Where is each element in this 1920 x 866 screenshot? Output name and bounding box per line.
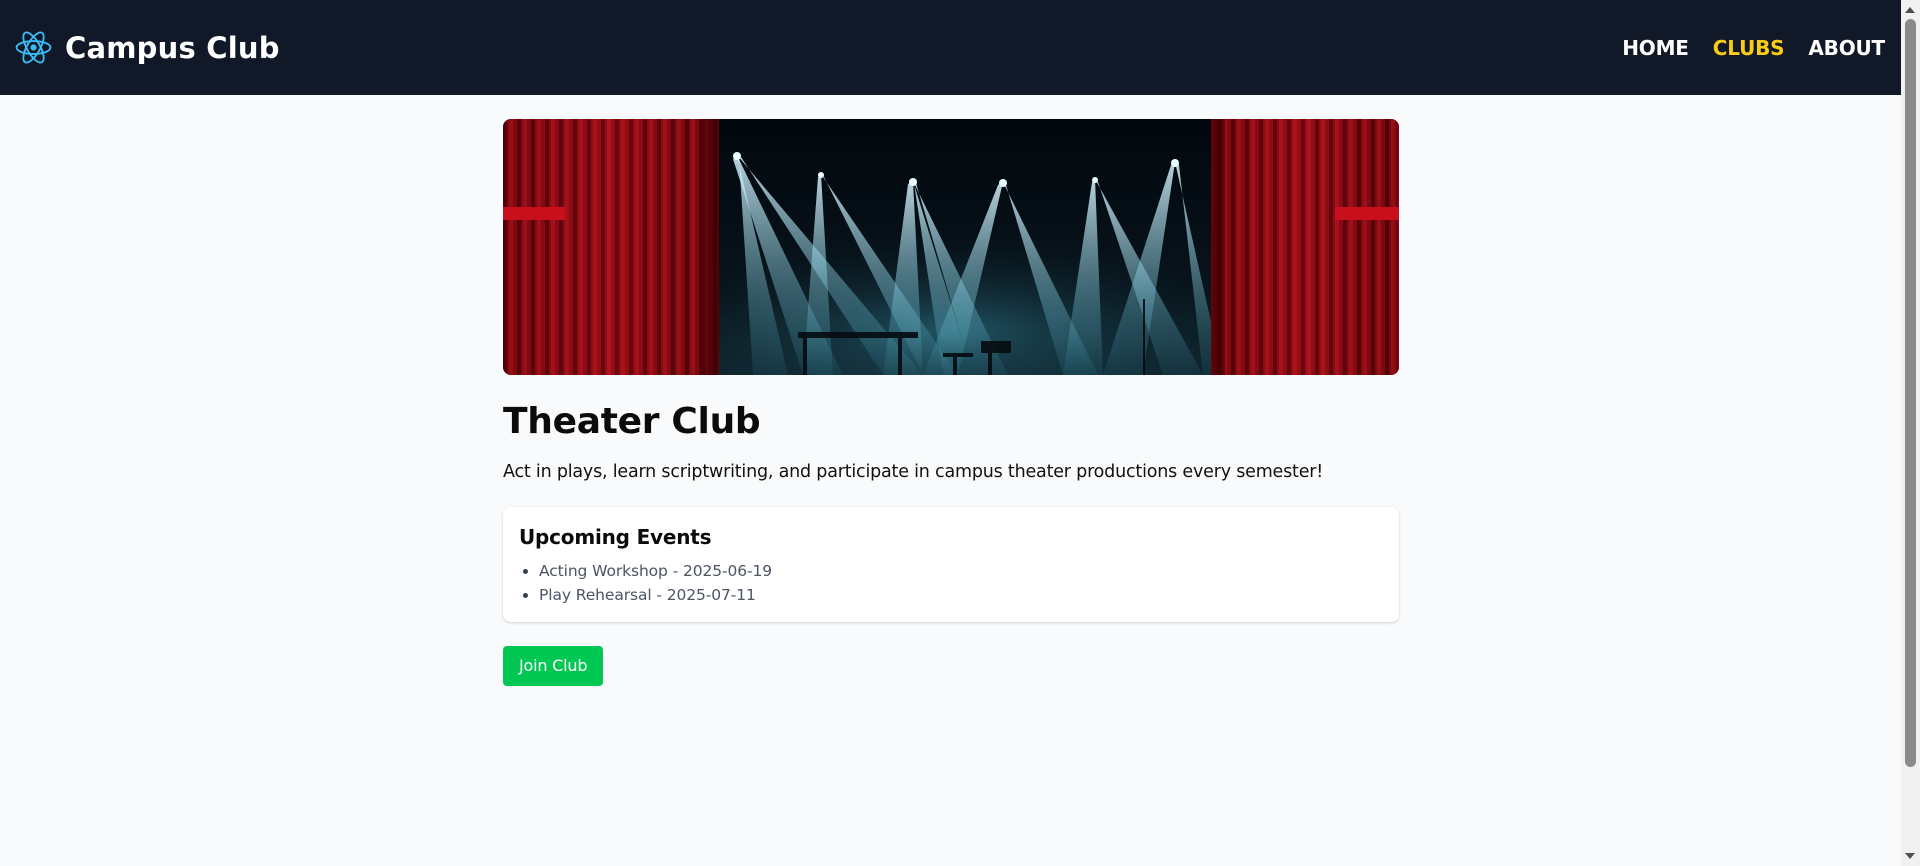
scrollbar-thumb[interactable] bbox=[1905, 19, 1916, 767]
nav-about[interactable]: ABOUT bbox=[1808, 36, 1885, 60]
nav-home[interactable]: HOME bbox=[1622, 36, 1689, 60]
club-title: Theater Club bbox=[503, 401, 761, 442]
scroll-up-arrow-icon[interactable] bbox=[1905, 7, 1915, 13]
brand-link[interactable]: Campus Club bbox=[15, 29, 280, 66]
react-atom-icon bbox=[15, 31, 52, 64]
brand-title: Campus Club bbox=[65, 30, 280, 65]
club-description: Act in plays, learn scriptwriting, and p… bbox=[503, 461, 1324, 482]
page-scrollbar[interactable] bbox=[1901, 0, 1920, 866]
club-detail: Theater Club Act in plays, learn scriptw… bbox=[503, 119, 1399, 686]
main-nav: HOME CLUBS ABOUT bbox=[1622, 36, 1885, 60]
events-heading: Upcoming Events bbox=[519, 524, 712, 549]
event-item: Acting Workshop - 2025-06-19 bbox=[539, 559, 1383, 583]
upcoming-events-card: Upcoming Events Acting Workshop - 2025-0… bbox=[503, 506, 1399, 622]
events-list: Acting Workshop - 2025-06-19 Play Rehear… bbox=[519, 559, 1383, 607]
theater-stage-image bbox=[503, 119, 1399, 375]
scroll-down-arrow-icon[interactable] bbox=[1905, 853, 1915, 859]
nav-clubs[interactable]: CLUBS bbox=[1713, 36, 1785, 60]
top-navbar: Campus Club HOME CLUBS ABOUT bbox=[0, 0, 1901, 95]
event-item: Play Rehearsal - 2025-07-11 bbox=[539, 583, 1383, 607]
join-club-button[interactable]: Join Club bbox=[503, 645, 604, 686]
